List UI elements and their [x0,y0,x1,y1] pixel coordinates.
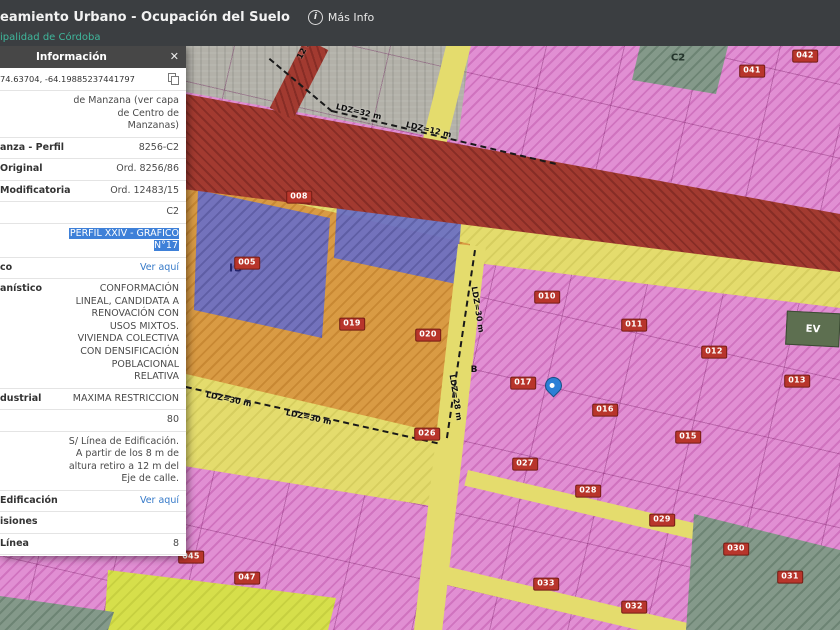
parcel-badge-033[interactable]: 033 [533,578,559,591]
parcel-badge-011[interactable]: 011 [621,319,647,332]
field-value: MAXIMA RESTRICCION [73,393,179,406]
app-header: eamiento Urbano - Ocupación del Suelo i … [0,0,840,46]
field-label: dustrial [0,393,47,406]
coordinates-row: 74.63704, -64.19885237441797 [0,68,186,91]
app-root: eamiento Urbano - Ocupación del Suelo i … [0,0,840,630]
copy-icon[interactable] [168,73,179,85]
field-label: Original [0,163,49,176]
coordinates-value: 74.63704, -64.19885237441797 [0,74,135,85]
field-value: S/ Línea de Edificación. A partir de los… [67,436,179,486]
parcel-badge-017[interactable]: 017 [510,377,536,390]
panel-row: S/ Línea de Edificación. A partir de los… [0,432,186,491]
panel-row: isiones [0,512,186,534]
panel-row: co Ver aquí [0,258,186,280]
parcel-badge-031[interactable]: 031 [777,571,803,584]
parcel-badge-010[interactable]: 010 [534,291,560,304]
info-icon: i [308,10,323,25]
panel-row: 80 [0,410,186,432]
municipality-subtitle: ipalidad de Córdoba [0,30,840,43]
panel-row: Línea 8 [0,534,186,556]
parcel-badge-029[interactable]: 029 [649,514,675,527]
panel-title: Información [36,51,107,63]
ev-green-space-block: EV [785,311,840,348]
panel-row: C2 [0,202,186,224]
field-value: CONFORMACIÓN LINEAL, CANDIDATA A RENOVAC… [67,283,179,383]
parcel-badge-028[interactable]: 028 [575,485,601,498]
field-value: Ord. 12483/15 [110,185,179,198]
panel-row: de Manzana (ver capa de Centro de Manzan… [0,91,186,138]
parcel-badge-005[interactable]: 005 [234,257,260,270]
field-label: anístico [0,283,48,296]
field-value: de Manzana (ver capa de Centro de Manzan… [67,95,179,133]
parcel-badge-019[interactable]: 019 [339,318,365,331]
field-label: anza - Perfil [0,142,70,155]
field-label: Modificatoria [0,185,77,198]
attribute-rows: de Manzana (ver capa de Centro de Manzan… [0,91,186,556]
info-panel-header: Información ✕ [0,46,186,68]
panel-row: Original Ord. 8256/86 [0,159,186,181]
zone-label-b: B [471,365,478,375]
title-row: eamiento Urbano - Ocupación del Suelo i … [0,0,840,30]
field-label: isiones [0,516,44,529]
field-value: 80 [167,414,179,427]
panel-row: anza - Perfil 8256-C2 [0,138,186,160]
close-icon[interactable]: ✕ [170,50,179,63]
field-label: Edificación [0,495,64,508]
field-value: PERFIL XXIV - GRAFICO N°17 [67,228,179,253]
panel-row: dustrial MAXIMA RESTRICCION [0,389,186,411]
panel-row: ma23.5 [0,555,186,556]
mas-info-label: Más Info [328,11,374,24]
field-value: 8 [173,538,179,551]
parcel-badge-015[interactable]: 015 [675,431,701,444]
ev-label: EV [805,323,820,335]
parcel-badge-030[interactable]: 030 [723,543,749,556]
parcel-badge-041[interactable]: 041 [739,65,765,78]
panel-row: PERFIL XXIV - GRAFICO N°17 [0,224,186,258]
field-link[interactable]: Ver aquí [140,495,179,508]
parcel-badge-016[interactable]: 016 [592,404,618,417]
parcel-badge-026[interactable]: 026 [414,428,440,441]
field-label: Línea [0,538,35,551]
field-link[interactable]: Ver aquí [140,262,179,275]
parcel-badge-032[interactable]: 032 [621,601,647,614]
parcel-badge-020[interactable]: 020 [415,329,441,342]
field-value: 8256-C2 [139,142,179,155]
info-panel: Información ✕ 74.63704, -64.198852374417… [0,46,186,556]
field-value: Ord. 8256/86 [116,163,179,176]
highlighted-text: PERFIL XXIV - GRAFICO N°17 [69,228,179,252]
mas-info-button[interactable]: i Más Info [308,10,374,25]
panel-row: Modificatoria Ord. 12483/15 [0,181,186,203]
zone-label-c2: C2 [671,53,685,64]
parcel-badge-012[interactable]: 012 [701,346,727,359]
parcel-badge-027[interactable]: 027 [512,458,538,471]
parcel-badge-008[interactable]: 008 [286,191,312,204]
parcel-badge-013[interactable]: 013 [784,375,810,388]
panel-row: anístico CONFORMACIÓN LINEAL, CANDIDATA A… [0,279,186,388]
field-label: co [0,262,18,275]
parcel-badge-047[interactable]: 047 [234,572,260,585]
panel-row: Edificación Ver aquí [0,491,186,513]
field-value: C2 [166,206,179,219]
page-title: eamiento Urbano - Ocupación del Suelo [0,10,290,25]
parcel-badge-042[interactable]: 042 [792,50,818,63]
